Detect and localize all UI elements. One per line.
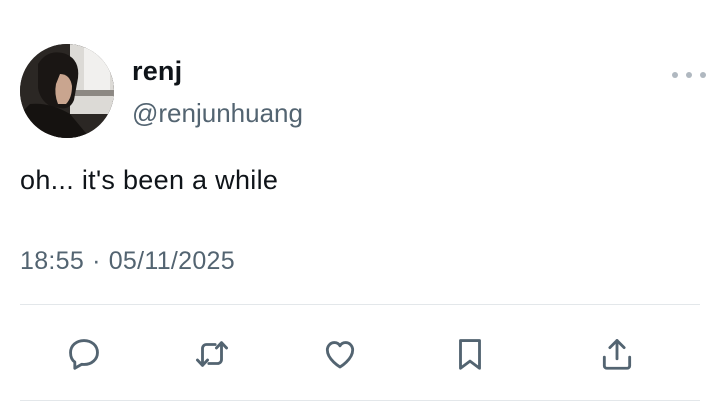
more-options-icon[interactable] [672,62,706,88]
more-dot [700,72,706,78]
avatar-photo [20,44,114,138]
avatar[interactable] [20,44,114,138]
display-name[interactable]: renj [132,56,182,87]
meta-separator: · [92,247,101,275]
tweet-time: 18:55 [20,247,85,275]
heart-icon [325,341,355,369]
reply-button[interactable] [64,334,104,374]
more-dot [686,72,692,78]
tweet-card: renj @renjunhuang oh... it's been a whil… [0,0,720,405]
reply-icon [69,339,99,370]
more-dot [672,72,678,78]
actions-divider-bottom [20,400,700,401]
share-button[interactable] [597,334,637,374]
retweet-icon [196,341,228,367]
like-button[interactable] [320,334,360,374]
tweet-text: oh... it's been a while [20,165,279,195]
retweet-button[interactable] [192,334,232,374]
bookmark-button[interactable] [450,334,490,374]
user-handle[interactable]: @renjunhuang [132,98,303,129]
bookmark-icon [459,339,481,370]
actions-divider-top [20,304,700,305]
tweet-timestamp[interactable]: 18:55 · 05/11/2025 [20,247,235,276]
share-icon [602,339,632,370]
tweet-date: 05/11/2025 [108,247,235,275]
